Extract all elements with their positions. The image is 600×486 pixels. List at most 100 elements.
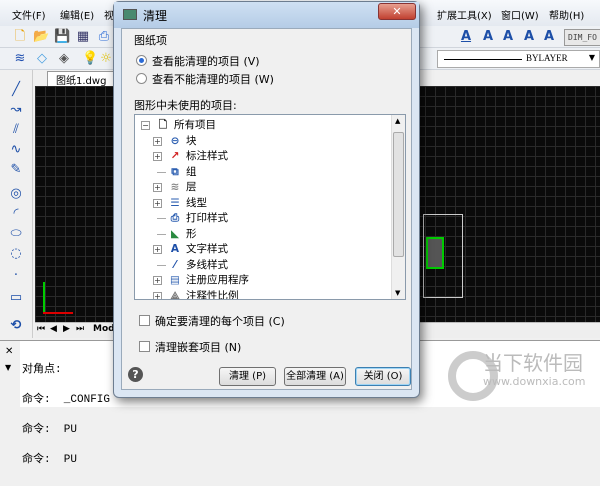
close-button[interactable]: ✕ [378,3,416,20]
regen-icon[interactable]: ⟲ [8,318,24,334]
ellipse-icon[interactable]: ⬭ [8,226,24,242]
layer-state-icon[interactable]: ◇ [34,51,50,67]
new-icon[interactable]: 🗋 [12,29,28,45]
dialog-body: 图纸项 查看能清理的项目 (V) 查看不能清理的项目 (W) 图形中未使用的项目… [121,28,412,390]
point-icon[interactable]: · [8,268,24,284]
tree-connector [157,218,166,219]
polyline-icon[interactable]: ↝ [8,102,24,118]
purge-nested-label[interactable]: 清理嵌套项目 (N) [155,339,241,355]
tree-item-label: 组 [186,165,197,178]
purge-dialog: 清理 ✕ 图纸项 查看能清理的项目 (V) 查看不能清理的项目 (W) 图形中未… [113,1,420,398]
dimstyle-select[interactable]: DIM_FO [564,29,600,46]
open-icon[interactable]: 📂 [33,29,49,45]
tree-item-label: 线型 [186,196,207,209]
radio-nonpurgeable-label[interactable]: 查看不能清理的项目 (W) [152,71,274,87]
rectangle-icon[interactable]: ▭ [8,290,24,306]
group-label: 图纸项 [134,34,167,47]
sun-icon[interactable]: ☼ [98,51,114,67]
tree-item-label: 层 [186,181,197,193]
tree-item-label: 块 [186,134,197,147]
layer-previous-icon[interactable]: ◈ [56,51,72,67]
menu-edit[interactable]: 编辑(E) [60,7,94,22]
confirm-each-label[interactable]: 确定要清理的每个项目 (C) [155,313,285,329]
tree-item-label: 多线样式 [186,258,228,271]
last-tab-icon[interactable]: ⏭ [76,324,84,334]
find-text-icon[interactable]: A [541,29,557,45]
purge-nested-checkbox[interactable] [139,341,150,352]
command-line: 命令: PU [22,424,78,436]
tree-item-label: 标注样式 [186,150,228,162]
purge-all-button[interactable]: 全部清理 (A) [284,367,346,386]
block-icon: ⊖ [170,134,180,147]
scroll-thumb[interactable] [393,132,404,257]
print-icon[interactable]: ⎙ [96,29,112,45]
edit-text-icon[interactable]: A [500,29,516,45]
saveas-icon[interactable]: ▦ [75,29,91,45]
expand-icon[interactable]: + [153,291,162,299]
layer-manager-icon[interactable]: ≋ [12,51,28,67]
expand-icon[interactable]: + [153,245,162,254]
items-tree[interactable]: − 🗋 所有项目 + ⊖ 块 + ↗ 标注样式 ⧉ 组 + ≋ 层 + ☰ 线型 ⎙ 打印样式 ◣ 形 + A 文字样式 ⁄ 多线… [134,114,406,300]
watermark-name: 当下软件园 [483,351,583,375]
expand-icon[interactable]: + [153,183,162,192]
tree-connector [157,264,166,266]
sketch-icon[interactable]: ✎ [8,162,24,178]
chevron-down-icon[interactable]: ▼ [5,363,11,372]
expand-icon[interactable]: + [153,136,162,146]
menu-help[interactable]: 帮助(H) [549,7,584,22]
mline-icon[interactable]: ⫽ [8,122,24,138]
command-line: 命令: _CONFIG [22,394,111,406]
circle-icon[interactable]: ◎ [8,186,24,202]
close-dialog-button[interactable]: 关闭 (O) [355,367,411,386]
tab-model[interactable]: Mod [93,324,115,334]
arc-icon[interactable]: ◜ [8,206,24,222]
close-icon[interactable]: ✕ [5,346,13,357]
confirm-each-checkbox[interactable] [139,315,150,326]
line-icon[interactable]: ╱ [8,82,24,98]
text-format-icon[interactable]: A [521,29,537,45]
watermark-url: www.downxia.com [483,375,586,388]
tree-scrollbar[interactable]: ▲ ▼ [391,115,405,299]
tree-connector [157,171,166,173]
annoscale-icon: ⟁ [170,289,180,300]
tab-drawing1[interactable]: 图纸1.dwg [47,71,117,87]
dialog-title: 清理 [143,9,168,23]
spline-icon[interactable]: ∿ [8,142,24,158]
next-tab-icon[interactable]: ▶ [63,324,70,334]
tree-item-label: 形 [186,227,197,240]
textstyle-icon: A [170,243,180,255]
help-icon[interactable]: ? [128,367,143,382]
menu-window[interactable]: 窗口(W) [501,7,539,22]
drawing-frame [423,214,463,298]
scroll-up-icon[interactable]: ▲ [395,117,400,125]
bulb-icon[interactable]: 💡 [82,51,98,67]
menu-file[interactable]: 文件(F) [12,7,46,22]
tree-item-label: 注册应用程序 [186,274,249,286]
tree-item-label: 文字样式 [186,243,228,255]
prev-tab-icon[interactable]: ◀ [50,324,57,334]
text-icon[interactable]: A [480,29,496,45]
collapse-icon[interactable]: − [141,121,150,130]
floorplan-drawing [426,237,444,269]
radio-purgeable[interactable] [136,55,147,66]
scroll-down-icon[interactable]: ▼ [395,289,400,297]
first-tab-icon[interactable]: ⏮ [37,324,45,334]
command-history: 对角点: 命令: _CONFIG 命令: PU 命令: PU [22,345,110,485]
dimstyle-icon: ↗ [170,150,180,162]
expand-icon[interactable]: + [153,276,162,285]
save-icon[interactable]: 💾 [54,29,70,45]
radio-purgeable-label[interactable]: 查看能清理的项目 (V) [152,53,260,69]
purge-button[interactable]: 清理 (P) [219,367,276,386]
menu-extensions[interactable]: 扩展工具(X) [437,7,492,22]
regapp-icon: ▤ [170,274,180,286]
radio-nonpurgeable[interactable] [136,73,147,84]
expand-icon[interactable]: + [153,152,162,161]
linetype-icon: ☰ [170,196,180,209]
dialog-title-bar: 清理 ✕ [114,2,419,28]
expand-icon[interactable]: + [153,198,162,208]
tree-item-label: 所有项目 [174,119,216,131]
text-style-icon[interactable]: A [458,29,474,45]
shape-icon: ◣ [170,227,180,240]
linetype-select[interactable]: BYLAYER ▼ [437,50,600,68]
ellipse-arc-icon[interactable]: ◌ [8,246,24,262]
